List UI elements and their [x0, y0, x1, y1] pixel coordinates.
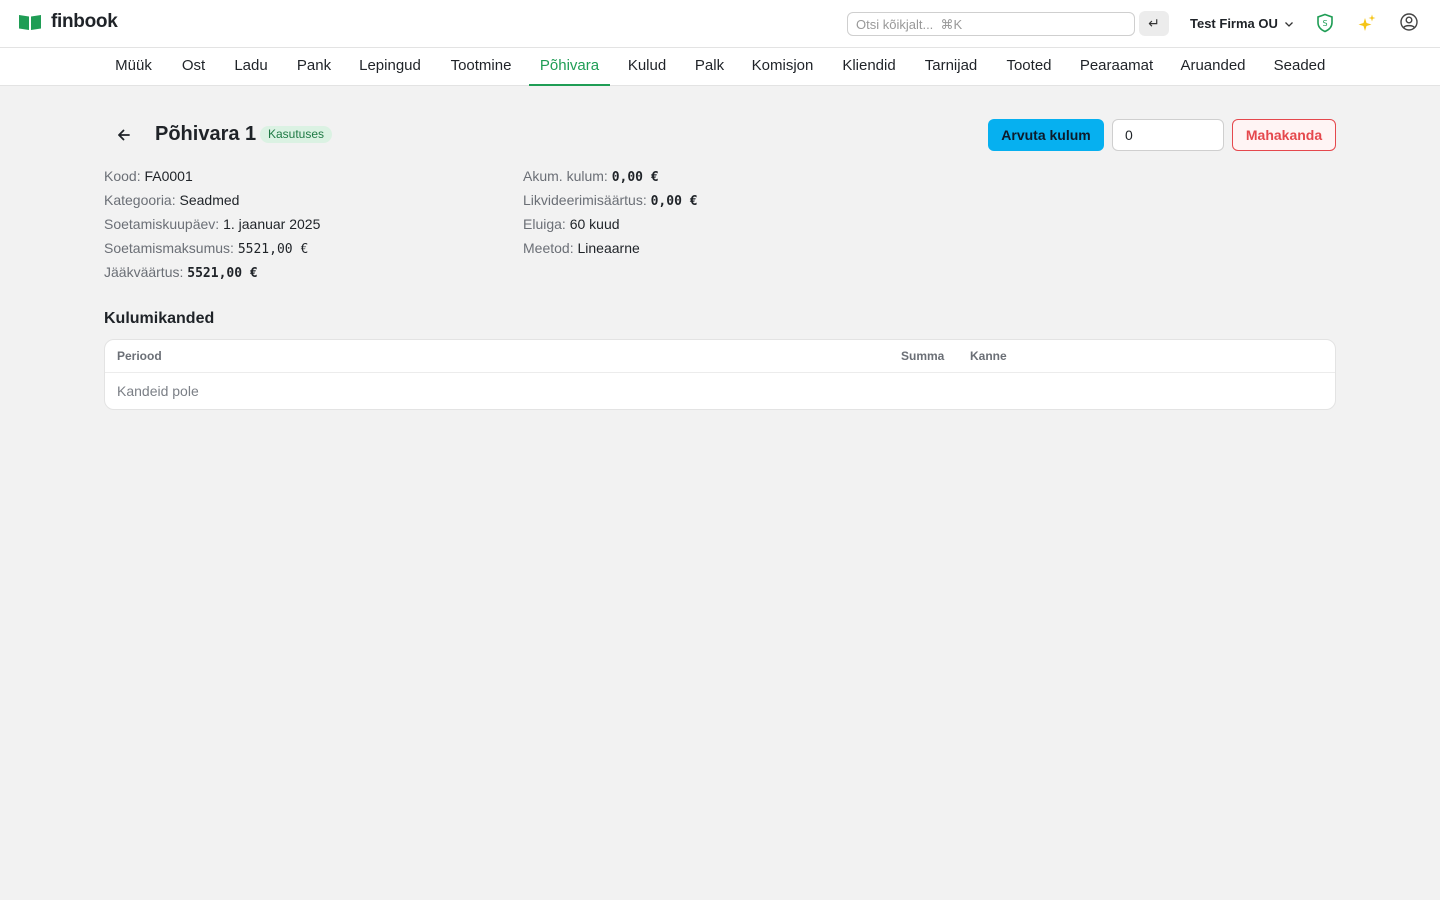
nav-item-tarnijad[interactable]: Tarnijad	[914, 48, 988, 86]
entries-table: Periood Summa Kanne Kandeid pole	[104, 339, 1336, 410]
page-title: Põhivara 1	[155, 123, 257, 145]
field-salvage: Likvideerimisäärtus: 0,00 €	[523, 192, 698, 209]
nav-item-ladu[interactable]: Ladu	[223, 48, 279, 86]
nav-item-lepingud[interactable]: Lepingud	[348, 48, 432, 86]
field-residual-value-value: 5521,00 €	[187, 266, 258, 281]
field-acquisition-cost-value: 5521,00 €	[237, 242, 309, 257]
field-residual-value-label: Jääkväärtus:	[104, 264, 184, 280]
field-code-value: FA0001	[144, 168, 193, 184]
field-acquisition-cost: Soetamismaksumus: 5521,00 €	[104, 240, 308, 257]
enter-icon: ↵	[1148, 15, 1160, 32]
company-name: Test Firma OU	[1190, 16, 1278, 31]
field-acquisition-date: Soetamiskuupäev: 1. jaanuar 2025	[104, 216, 320, 232]
nav-item-kulud[interactable]: Kulud	[617, 48, 677, 86]
depreciation-months-input[interactable]	[1112, 119, 1224, 151]
field-method-value: Lineaarne	[577, 240, 640, 256]
nav-item-tootmine[interactable]: Tootmine	[439, 48, 523, 86]
nav-item-aruanded[interactable]: Aruanded	[1170, 48, 1256, 86]
field-category: Kategooria: Seadmed	[104, 192, 239, 208]
field-acquisition-date-value: 1. jaanuar 2025	[223, 216, 321, 232]
field-code: Kood: FA0001	[104, 168, 193, 184]
column-header-entry: Kanne	[970, 349, 1007, 363]
nav-item-pank[interactable]: Pank	[286, 48, 342, 86]
tab-pohivara[interactable]: Põhivara	[529, 48, 610, 86]
nav-item-seaded[interactable]: Seaded	[1263, 48, 1336, 86]
section-title-entries: Kulumikanded	[104, 310, 215, 327]
field-method: Meetod: Lineaarne	[523, 240, 640, 256]
column-header-amount: Summa	[901, 349, 945, 363]
company-switcher[interactable]: Test Firma OU	[1190, 16, 1294, 31]
field-lifetime-value: 60 kuud	[569, 216, 620, 232]
calculate-depreciation-button[interactable]: Arvuta kulum	[988, 119, 1104, 151]
search-submit-button[interactable]: ↵	[1139, 11, 1169, 36]
column-header-period: Periood	[117, 349, 162, 363]
field-accumulated: Akum. kulum: 0,00 €	[523, 168, 659, 185]
user-account-icon[interactable]	[1399, 12, 1419, 32]
nav-item-komisjon[interactable]: Komisjon	[741, 48, 824, 86]
field-lifetime-label: Eluiga:	[523, 216, 566, 232]
main-nav: Müük Ost Ladu Pank Lepingud Tootmine Põh…	[0, 48, 1440, 86]
field-accumulated-value: 0,00 €	[611, 170, 659, 185]
table-header: Periood Summa Kanne	[105, 340, 1335, 373]
sparkles-icon[interactable]	[1357, 13, 1377, 33]
field-residual-value: Jääkväärtus: 5521,00 €	[104, 264, 258, 281]
logo[interactable]: finbook	[18, 11, 118, 33]
field-category-label: Kategooria:	[104, 192, 176, 208]
field-category-value: Seadmed	[179, 192, 240, 208]
shield-icon[interactable]: S	[1315, 13, 1335, 33]
chevron-down-icon	[1284, 21, 1293, 27]
nav-item-tooted[interactable]: Tooted	[995, 48, 1063, 86]
app-name: finbook	[51, 11, 118, 32]
shield-letter: S	[1322, 19, 1327, 28]
nav-item-palk[interactable]: Palk	[684, 48, 735, 86]
status-badge: Kasutuses	[260, 126, 333, 143]
field-salvage-label: Likvideerimisäärtus:	[523, 192, 647, 208]
field-method-label: Meetod:	[523, 240, 574, 256]
write-off-button[interactable]: Mahakanda	[1232, 119, 1336, 151]
nav-item-muuk[interactable]: Müük	[104, 48, 163, 86]
search-input[interactable]	[847, 12, 1135, 36]
book-logo-icon	[19, 15, 41, 30]
nav-item-ost[interactable]: Ost	[170, 48, 217, 86]
field-lifetime: Eluiga: 60 kuud	[523, 216, 620, 232]
field-acquisition-cost-label: Soetamismaksumus:	[104, 240, 234, 256]
field-accumulated-label: Akum. kulum:	[523, 168, 608, 184]
field-salvage-value: 0,00 €	[650, 194, 698, 209]
back-arrow-icon[interactable]	[114, 125, 134, 145]
field-code-label: Kood:	[104, 168, 141, 184]
empty-state-text: Kandeid pole	[117, 383, 199, 399]
nav-item-kliendid[interactable]: Kliendid	[831, 48, 907, 86]
nav-item-pearaamat[interactable]: Pearaamat	[1070, 48, 1163, 86]
top-bar: finbook ↵ Test Firma OU S	[0, 0, 1440, 48]
field-acquisition-date-label: Soetamiskuupäev:	[104, 216, 220, 232]
